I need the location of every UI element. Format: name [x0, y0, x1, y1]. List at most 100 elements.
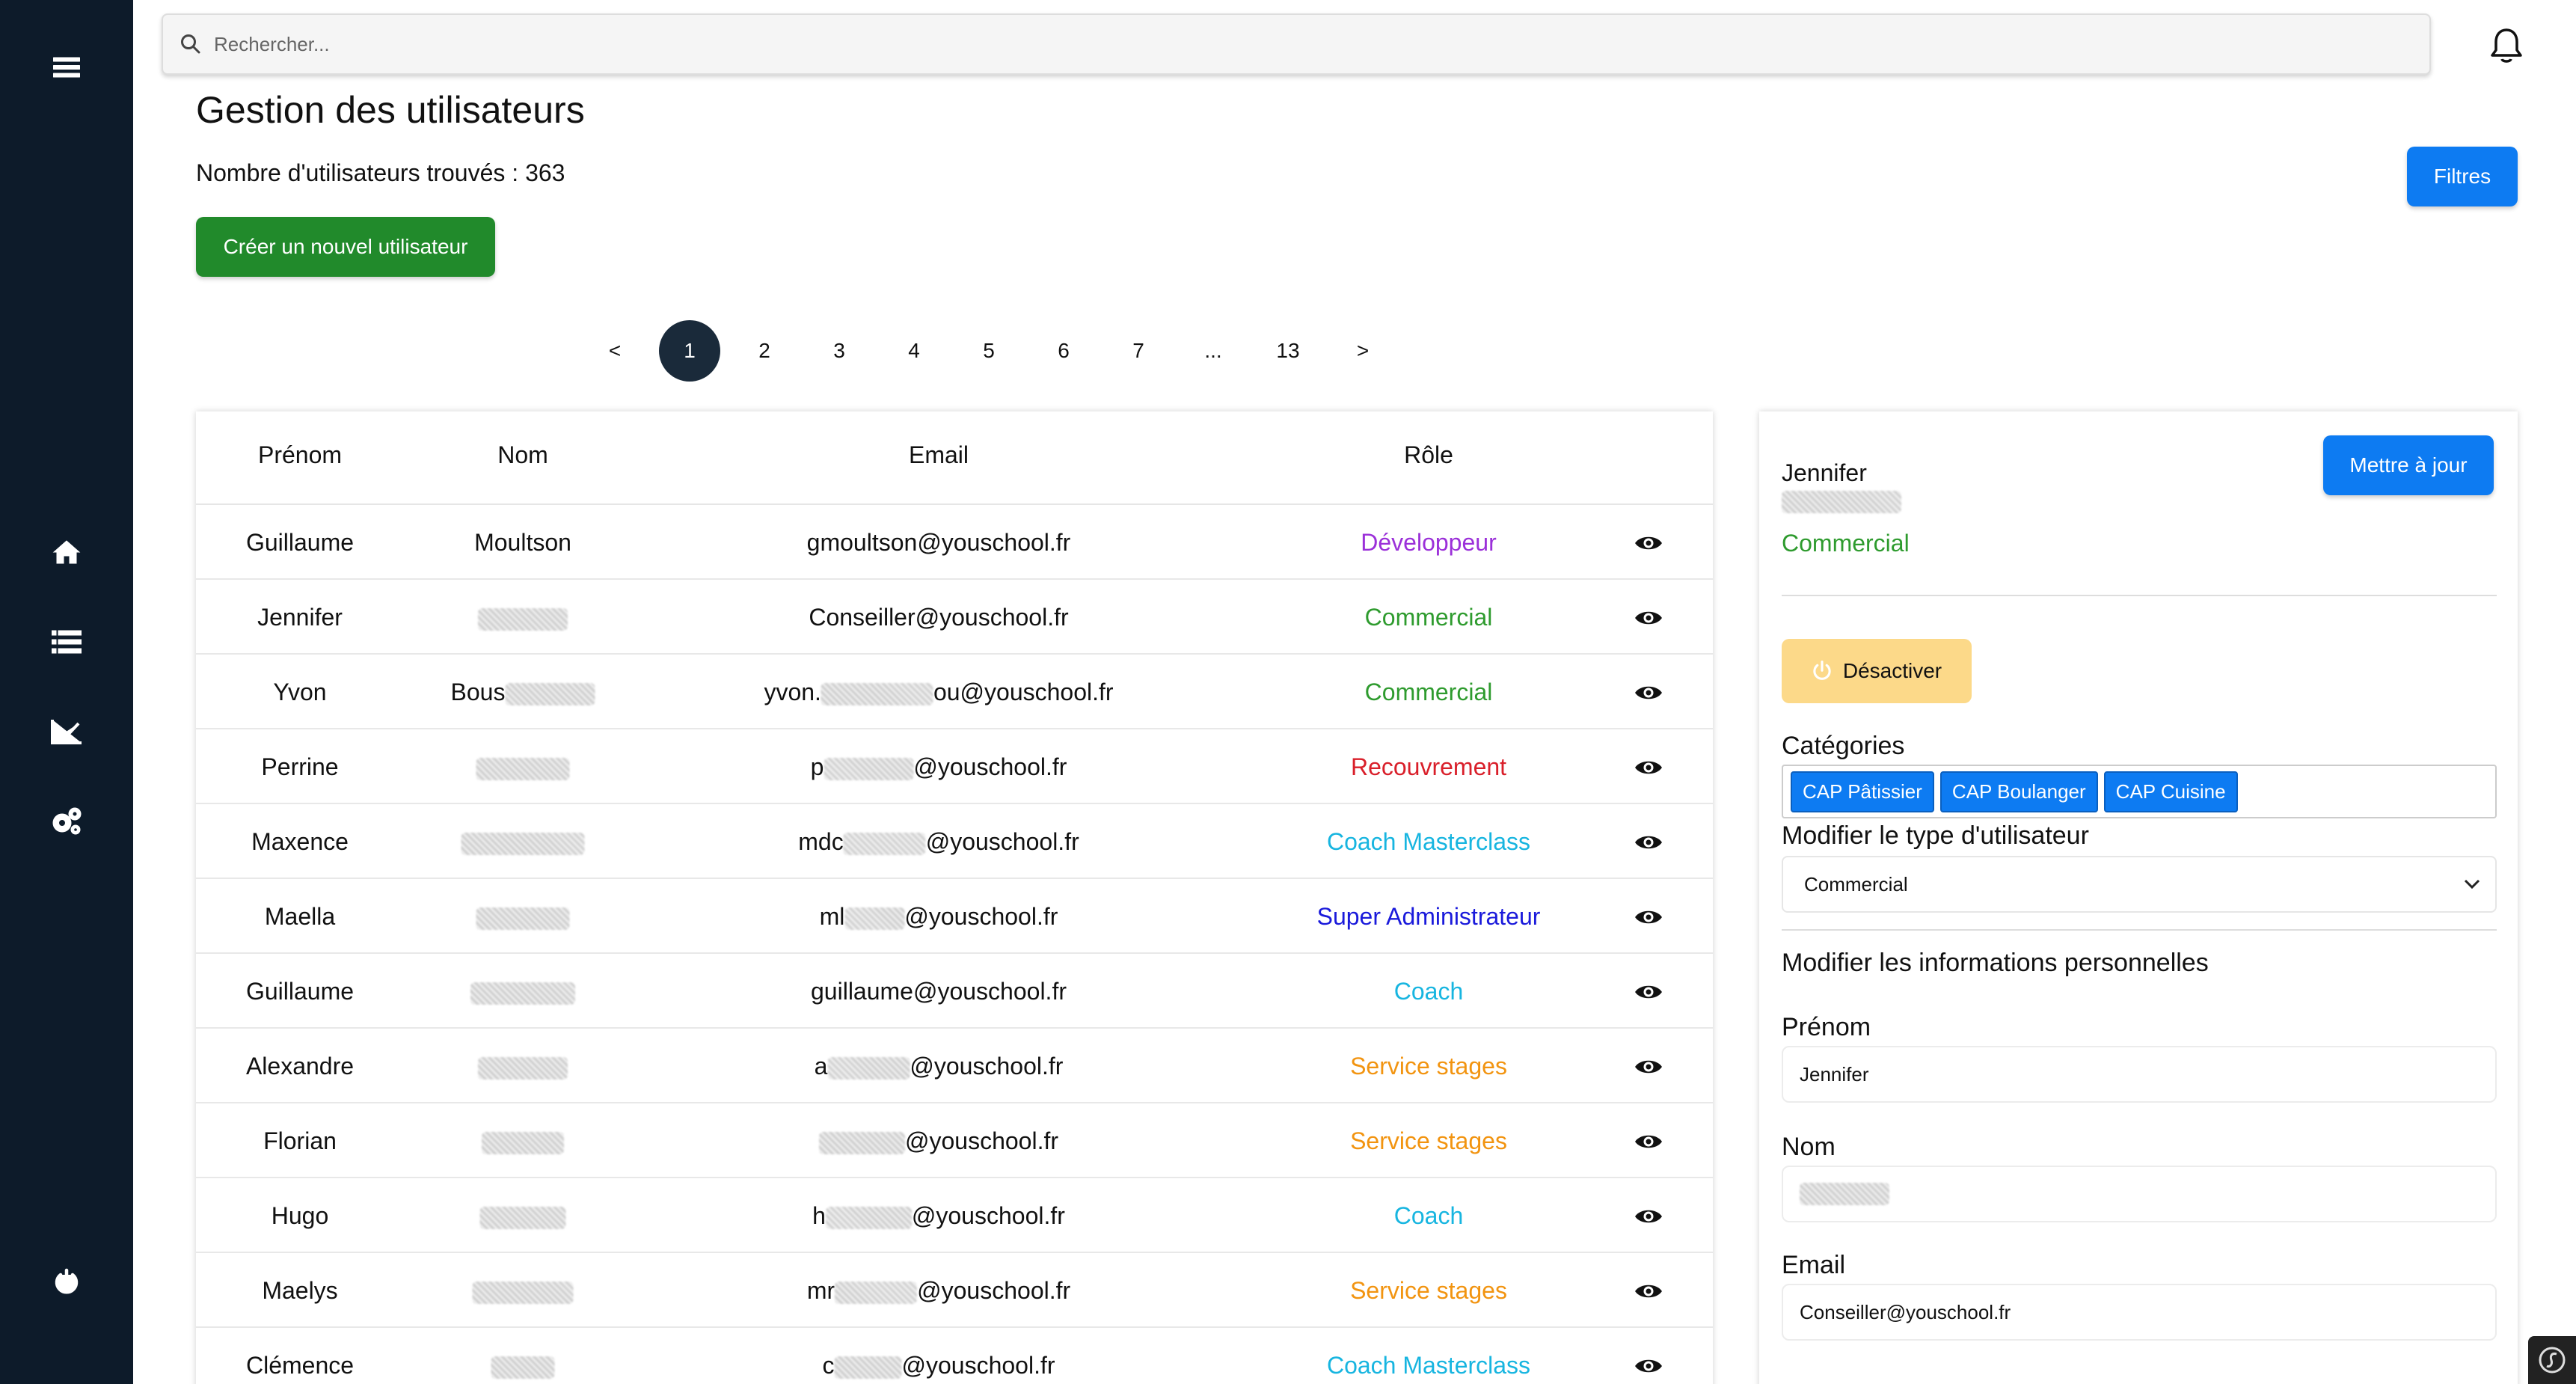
search-input[interactable]	[214, 32, 2383, 56]
cell-prenom: Perrine	[261, 753, 339, 780]
prenom-field[interactable]: Jennifer	[1782, 1046, 2497, 1103]
eye-icon[interactable]	[1634, 1054, 1663, 1080]
eye-icon[interactable]	[1634, 530, 1663, 556]
eye-icon[interactable]	[1634, 680, 1663, 705]
pagination-page-6[interactable]: 6	[1033, 320, 1094, 382]
cell-email: p @youschool.fr	[811, 753, 1067, 781]
table-row[interactable]: Hugo h @youschool.fr Coach	[196, 1178, 1713, 1253]
cell-role: Coach	[1393, 1202, 1464, 1229]
header-email[interactable]: Email	[909, 441, 969, 469]
cell-email-text: gmoultson@youschool.fr	[806, 529, 1071, 556]
debug-toolbar-icon[interactable]	[2528, 1336, 2576, 1384]
categories-field[interactable]: CAP Pâtissier CAP Boulanger CAP Cuisine	[1782, 765, 2497, 818]
redacted-text	[835, 1281, 918, 1304]
list-icon[interactable]	[44, 619, 89, 664]
cell-nom-text: Bous	[450, 679, 506, 705]
eye-icon[interactable]	[1634, 979, 1663, 1005]
table-row[interactable]: Maxence mdc @youschool.fr Coach Masterclass	[196, 804, 1713, 879]
cell-prenom: Hugo	[271, 1202, 329, 1229]
pagination-prev[interactable]: <	[584, 320, 645, 382]
cell-prenom: Alexandre	[245, 1053, 355, 1080]
eye-icon[interactable]	[1634, 1204, 1663, 1229]
cell-prenom: Florian	[263, 1127, 337, 1154]
eye-icon[interactable]	[1634, 904, 1663, 930]
prenom-label: Prénom	[1782, 1013, 1871, 1041]
power-icon[interactable]	[44, 1260, 89, 1305]
pagination-page-7[interactable]: 7	[1108, 320, 1169, 382]
table-row[interactable]: Yvon Bous yvon. ou@youschool.fr Commercial	[196, 655, 1713, 729]
detail-first-name: Jennifer	[1782, 459, 1867, 486]
pagination-page-3[interactable]: 3	[809, 320, 870, 382]
redacted-text	[843, 832, 926, 855]
eye-icon[interactable]	[1634, 830, 1663, 855]
search-bar[interactable]	[162, 13, 2431, 75]
settings-icon[interactable]	[44, 799, 89, 844]
nom-field[interactable]	[1782, 1166, 2497, 1222]
table-row[interactable]: Clémence c @youschool.fr Coach Masterclass	[196, 1328, 1713, 1384]
category-chip[interactable]: CAP Cuisine	[2103, 771, 2238, 812]
table-row[interactable]: Maelys mr @youschool.fr Service stages	[196, 1253, 1713, 1328]
eye-icon[interactable]	[1634, 1129, 1663, 1154]
cell-email-domain: @youschool.fr	[913, 753, 1067, 780]
cell-nom	[461, 828, 585, 856]
update-button[interactable]: Mettre à jour	[2323, 435, 2494, 495]
header-nom[interactable]: Nom	[497, 441, 548, 469]
user-type-label: Modifier le type d'utilisateur	[1782, 821, 2089, 850]
eye-icon[interactable]	[1634, 1279, 1663, 1304]
bell-icon[interactable]	[2483, 22, 2530, 69]
redacted-text	[825, 1206, 912, 1229]
user-type-select[interactable]: Commercial	[1782, 856, 2497, 913]
redacted-text	[472, 1281, 574, 1304]
deactivate-label: Désactiver	[1842, 659, 1942, 682]
cell-email-domain: @youschool.fr	[901, 1352, 1055, 1379]
redacted-text	[505, 682, 595, 705]
table-row[interactable]: Alexandre a @youschool.fr Service stages	[196, 1029, 1713, 1103]
pagination-page-4[interactable]: 4	[883, 320, 945, 382]
cell-role: Service stages	[1350, 1053, 1507, 1080]
header-prenom[interactable]: Prénom	[258, 441, 342, 469]
page-title: Gestion des utilisateurs	[196, 89, 585, 131]
deactivate-button[interactable]: Désactiver	[1782, 639, 1972, 703]
cell-email-text: p	[810, 753, 824, 780]
home-icon[interactable]	[44, 530, 89, 575]
table-row[interactable]: Guillaume guillaume@youschool.fr Coach	[196, 954, 1713, 1029]
cell-email: mr @youschool.fr	[807, 1277, 1070, 1305]
pagination-next[interactable]: >	[1332, 320, 1393, 382]
menu-icon[interactable]	[44, 45, 89, 90]
cell-email: Conseiller@youschool.fr	[809, 604, 1068, 631]
user-type-value: Commercial	[1804, 872, 1908, 895]
table-row[interactable]: Perrine p @youschool.fr Recouvrement	[196, 729, 1713, 804]
pagination-page-1[interactable]: 1	[659, 320, 720, 382]
eye-icon[interactable]	[1634, 605, 1663, 631]
table-row[interactable]: Maella ml @youschool.fr Super Administrateu…	[196, 879, 1713, 954]
pagination-page-5[interactable]: 5	[958, 320, 1019, 382]
cell-email: c @youschool.fr	[822, 1352, 1055, 1380]
eye-icon[interactable]	[1634, 755, 1663, 780]
category-chip[interactable]: CAP Pâtissier	[1791, 771, 1934, 812]
table-row[interactable]: Jennifer Conseiller@youschool.fr Commercia…	[196, 580, 1713, 655]
cell-email: h @youschool.fr	[812, 1202, 1065, 1230]
nom-label: Nom	[1782, 1133, 1836, 1161]
category-chip[interactable]: CAP Boulanger	[1939, 771, 2098, 812]
pagination-page-2[interactable]: 2	[734, 320, 795, 382]
filters-button[interactable]: Filtres	[2407, 147, 2518, 206]
redacted-text	[478, 1056, 568, 1080]
chart-icon[interactable]	[44, 709, 89, 754]
cell-email-text: yvon.	[764, 679, 821, 705]
cell-nom	[482, 1127, 564, 1155]
cell-email-domain: @youschool.fr	[910, 1053, 1064, 1080]
cell-prenom: Guillaume	[245, 978, 355, 1005]
create-user-button[interactable]: Créer un nouvel utilisateur	[196, 217, 495, 277]
header-role[interactable]: Rôle	[1404, 441, 1453, 469]
table-row[interactable]: Florian @youschool.fr Service stages	[196, 1103, 1713, 1178]
pagination-page-13[interactable]: 13	[1257, 320, 1319, 382]
cell-role: Développeur	[1361, 529, 1497, 556]
chevron-down-icon	[2464, 879, 2480, 890]
cell-email-domain: @youschool.fr	[904, 1127, 1059, 1154]
email-field[interactable]: Conseiller@youschool.fr	[1782, 1284, 2497, 1341]
table-row[interactable]: Guillaume Moultson gmoultson@youschool.fr D…	[196, 505, 1713, 580]
cell-role: Coach	[1393, 978, 1464, 1005]
redacted-text	[476, 907, 570, 930]
cell-email-domain: @youschool.fr	[925, 828, 1079, 855]
eye-icon[interactable]	[1634, 1353, 1663, 1379]
